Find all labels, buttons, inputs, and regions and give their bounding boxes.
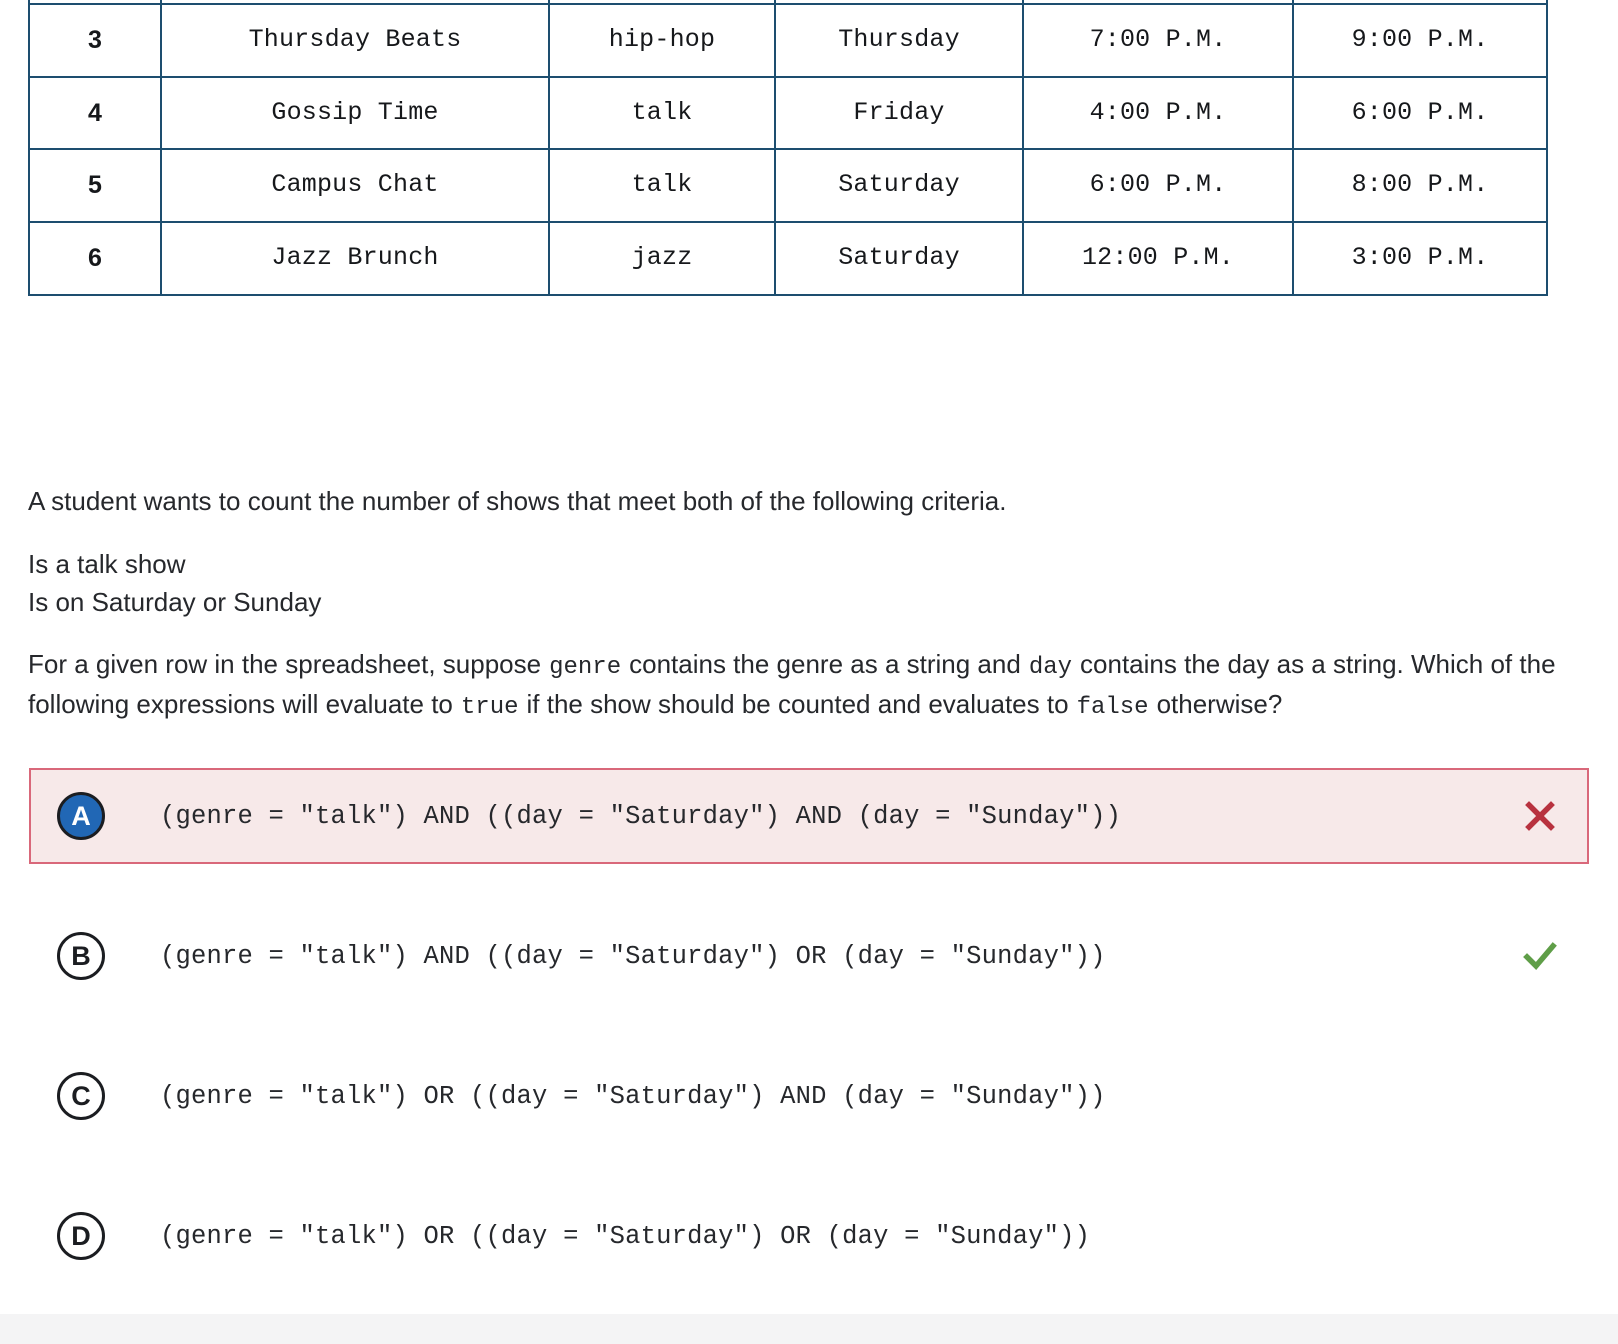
table-row: 4 Gossip Time talk Friday 4:00 P.M. 6:00…: [28, 75, 1548, 151]
code-false: false: [1076, 693, 1149, 721]
cell-day: Saturday: [774, 221, 1024, 296]
cell-start-time: 7:00 P.M.: [1022, 2, 1294, 78]
answer-choice-list: A (genre = "talk") AND ((day = "Saturday…: [0, 768, 1618, 1328]
question-body-part3: contains the day as a string.: [1080, 649, 1404, 679]
cell-end-time: 8:00 P.M.: [1292, 148, 1548, 223]
table-row: 3 Thursday Beats hip-hop Thursday 7:00 P…: [28, 2, 1548, 78]
cell-day: Thursday: [774, 2, 1024, 78]
cell-day: Saturday: [774, 148, 1024, 223]
cell-genre: hip-hop: [548, 2, 776, 78]
check-icon: [1523, 939, 1557, 973]
criteria-list: Is a talk show Is on Saturday or Sunday: [28, 546, 1558, 621]
question-body-part2: contains the genre as a string and: [629, 649, 1021, 679]
choice-expression-b: (genre = "talk") AND ((day = "Saturday")…: [160, 941, 1106, 971]
question-body: For a given row in the spreadsheet, supp…: [28, 646, 1556, 726]
question-intro: A student wants to count the number of s…: [28, 486, 1007, 516]
code-genre: genre: [549, 654, 622, 681]
cell-genre: talk: [548, 75, 776, 151]
choice-letter-badge-d: D: [57, 1212, 105, 1260]
answer-choice-d[interactable]: D (genre = "talk") OR ((day = "Saturday"…: [29, 1188, 1589, 1284]
cell-end-time: 9:00 P.M.: [1292, 2, 1548, 78]
question-body-part5: if the show should be counted and evalua…: [526, 688, 1069, 719]
choice-letter-badge-a: A: [57, 792, 105, 840]
table-row: 5 Campus Chat talk Saturday 6:00 P.M. 8:…: [28, 148, 1548, 223]
question-body-part6: otherwise?: [1156, 688, 1283, 719]
row-number: 3: [28, 2, 162, 78]
choice-expression-a: (genre = "talk") AND ((day = "Saturday")…: [160, 801, 1122, 831]
x-icon: [1523, 799, 1557, 833]
cell-end-time: 3:00 P.M.: [1292, 221, 1548, 296]
row-number: 5: [28, 148, 162, 223]
cell-start-time: 4:00 P.M.: [1022, 75, 1294, 151]
row-number: 4: [28, 75, 162, 151]
question-body-part1: For a given row in the spreadsheet, supp…: [28, 649, 542, 679]
cell-show-name: Thursday Beats: [160, 2, 550, 78]
cell-end-time: 6:00 P.M.: [1292, 75, 1548, 151]
answer-choice-a[interactable]: A (genre = "talk") AND ((day = "Saturday…: [29, 768, 1589, 864]
code-day: day: [1028, 654, 1073, 681]
cell-start-time: 12:00 P.M.: [1022, 221, 1294, 296]
answer-choice-b[interactable]: B (genre = "talk") AND ((day = "Saturday…: [29, 908, 1589, 1004]
cell-day: Friday: [774, 75, 1024, 151]
answer-choice-c[interactable]: C (genre = "talk") OR ((day = "Saturday"…: [29, 1048, 1589, 1144]
criterion-1: Is a talk show: [28, 549, 186, 579]
schedule-table: 2 New Afternoon Show talk Sunday 1:00 P.…: [28, 0, 1548, 296]
cell-show-name: Campus Chat: [160, 148, 550, 223]
bottom-bar: [0, 1314, 1618, 1344]
code-true: true: [460, 693, 519, 721]
choice-expression-c: (genre = "talk") OR ((day = "Saturday") …: [160, 1081, 1106, 1111]
question-page: 2 New Afternoon Show talk Sunday 1:00 P.…: [0, 0, 1618, 1344]
cell-start-time: 6:00 P.M.: [1022, 148, 1294, 223]
choice-letter-badge-b: B: [57, 932, 105, 980]
cell-show-name: Jazz Brunch: [160, 221, 550, 296]
row-number: 6: [28, 221, 162, 296]
cell-genre: jazz: [548, 221, 776, 296]
cell-genre: talk: [548, 148, 776, 223]
criterion-2: Is on Saturday or Sunday: [28, 586, 322, 617]
choice-expression-d: (genre = "talk") OR ((day = "Saturday") …: [160, 1221, 1091, 1251]
cell-show-name: Gossip Time: [160, 75, 550, 151]
choice-letter-badge-c: C: [57, 1072, 105, 1120]
table-row: 6 Jazz Brunch jazz Saturday 12:00 P.M. 3…: [28, 221, 1548, 296]
schedule-table-wrapper: 2 New Afternoon Show talk Sunday 1:00 P.…: [28, 0, 1548, 296]
